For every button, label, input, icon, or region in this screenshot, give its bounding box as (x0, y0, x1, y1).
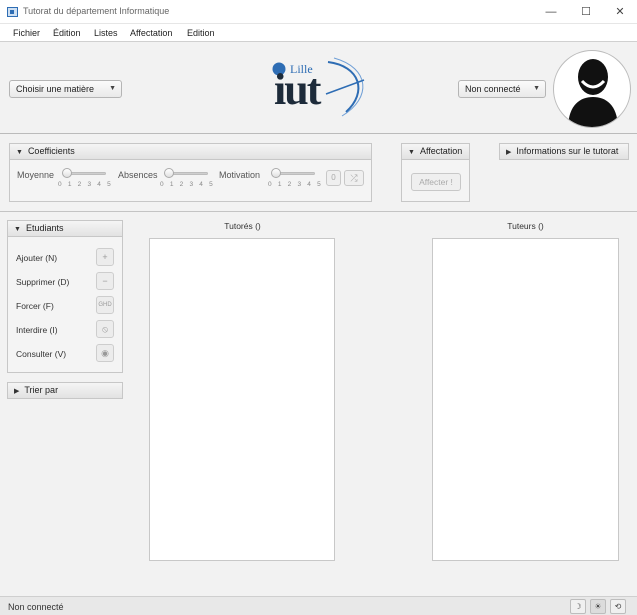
affectation-title: Affectation (419, 146, 463, 156)
sun-icon: ☀ (594, 602, 602, 611)
menu-edition-2[interactable]: Edition (187, 28, 215, 38)
affecter-button[interactable]: Affecter ! (411, 173, 461, 191)
refresh-button[interactable]: ⟲ (610, 599, 626, 614)
forbidden-icon: ⦸ (102, 324, 108, 334)
plus-icon: + (102, 252, 108, 262)
subject-select[interactable]: Choisir une matière ▼ (9, 80, 122, 98)
slider-thumb-absences[interactable] (164, 168, 174, 178)
status-bar: Non connecté ☽ ☀ ⟲ (0, 596, 637, 615)
slider-ticks-absences: 0 1 2 3 4 5 (160, 181, 215, 188)
user-silhouette-icon (568, 59, 618, 127)
triangle-down-icon: ▼ (14, 226, 21, 233)
tutores-title: Tutorés () (224, 221, 261, 231)
coefficient-value-button[interactable]: 0 (326, 170, 341, 186)
status-text: Non connecté (8, 602, 64, 612)
forbid-button[interactable]: ⦸ (96, 320, 114, 338)
chevron-down-icon: ▼ (533, 85, 540, 92)
tuteurs-list[interactable] (432, 238, 619, 561)
menu-edition[interactable]: Édition (53, 28, 81, 38)
trier-par-pane-header[interactable]: ▶ Trier par (7, 382, 123, 399)
tutores-list[interactable] (149, 238, 335, 561)
slider-ticks-moyenne: 0 1 2 3 4 5 (58, 181, 113, 188)
triangle-down-icon: ▼ (16, 149, 23, 156)
info-tutorat-pane-header[interactable]: ▶ Informations sur le tutorat (499, 143, 629, 160)
shuffle-button[interactable]: ⤮ (344, 170, 364, 186)
menu-fichier[interactable]: Fichier (13, 28, 40, 38)
coefficients-pane-header[interactable]: ▼ Coefficients (9, 143, 372, 160)
window-title: Tutorat du département Informatique (23, 6, 170, 16)
slider-ticks-motivation: 0 1 2 3 4 5 (268, 181, 323, 188)
moon-icon: ☽ (574, 602, 582, 611)
minimize-button[interactable]: — (540, 4, 562, 20)
shuffle-icon: ⤮ (350, 173, 358, 183)
force-button[interactable]: GHD (96, 296, 114, 314)
chevron-down-icon: ▼ (109, 85, 116, 92)
section-divider (0, 211, 637, 212)
triangle-down-icon: ▼ (408, 149, 415, 156)
info-tutorat-title: Informations sur le tutorat (516, 146, 619, 156)
maximize-button[interactable]: ☐ (575, 4, 597, 20)
coefficients-title: Coefficients (27, 146, 75, 156)
slider-thumb-motivation[interactable] (271, 168, 281, 178)
interdire-label: Interdire (I) (16, 325, 58, 335)
remove-student-button[interactable]: − (96, 272, 114, 290)
eye-icon: ◉ (101, 348, 109, 358)
minus-icon: − (102, 276, 108, 286)
slider-label-moyenne: Moyenne (17, 170, 55, 180)
logo-big-text: iut (274, 65, 321, 114)
tuteurs-title: Tuteurs () (507, 221, 544, 231)
slider-label-motivation: Motivation (219, 170, 261, 180)
consulter-label: Consulter (V) (16, 349, 67, 359)
avatar[interactable] (553, 50, 631, 128)
connection-select[interactable]: Non connecté ▼ (458, 80, 546, 98)
view-button[interactable]: ◉ (96, 344, 114, 362)
add-student-button[interactable]: + (96, 248, 114, 266)
slider-thumb-moyenne[interactable] (62, 168, 72, 178)
menu-bar: Fichier Édition Listes Affectation Editi… (0, 24, 637, 42)
light-mode-button[interactable]: ☀ (590, 599, 606, 614)
etudiants-title: Etudiants (25, 223, 64, 233)
app-icon (7, 7, 18, 17)
etudiants-pane-header[interactable]: ▼ Etudiants (7, 220, 123, 237)
trier-par-title: Trier par (24, 385, 59, 395)
supprimer-label: Supprimer (D) (16, 277, 70, 287)
dark-mode-button[interactable]: ☽ (570, 599, 586, 614)
close-button[interactable]: ✕ (609, 4, 631, 20)
slider-label-absences: Absences (118, 170, 158, 180)
force-icon: GHD (98, 302, 112, 308)
affectation-pane-header[interactable]: ▼ Affectation (401, 143, 470, 160)
iut-logo: Lille iut (268, 54, 372, 120)
connection-select-value: Non connecté (465, 84, 521, 94)
ajouter-label: Ajouter (N) (16, 253, 58, 263)
triangle-right-icon: ▶ (14, 388, 20, 395)
refresh-icon: ⟲ (614, 602, 622, 611)
menu-affectation[interactable]: Affectation (130, 28, 172, 38)
subject-select-value: Choisir une matière (16, 84, 95, 94)
menu-listes[interactable]: Listes (94, 28, 118, 38)
forcer-label: Forcer (F) (16, 301, 54, 311)
triangle-right-icon: ▶ (506, 149, 512, 156)
title-bar: Tutorat du département Informatique — ☐ … (0, 0, 637, 24)
